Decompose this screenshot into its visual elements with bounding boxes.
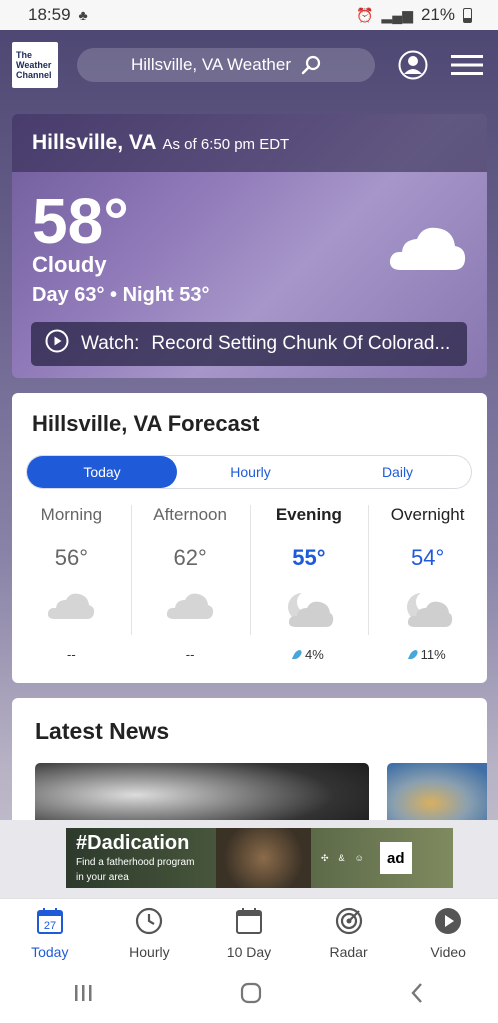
logo-line-2: Weather <box>16 60 52 70</box>
ad-council-logo: ad <box>379 842 412 874</box>
forecast-periods: Morning 56° -- Afternoon 62° -- Evening … <box>12 505 487 662</box>
nav-radar[interactable]: Radar <box>299 899 399 968</box>
forecast-card: Hillsville, VA Forecast Today Hourly Dai… <box>12 393 487 683</box>
forecast-tabs: Today Hourly Daily <box>26 455 472 489</box>
period-morning[interactable]: Morning 56° -- <box>12 505 131 662</box>
nav-label-hourly: Hourly <box>129 944 170 960</box>
cloud-icon <box>387 224 467 277</box>
search-text: Hillsville, VA Weather <box>131 55 291 74</box>
tab-daily[interactable]: Daily <box>324 456 471 488</box>
period-precip: -- <box>67 647 76 662</box>
notification-icon: ♣ <box>78 7 88 23</box>
period-temp: 62° <box>173 545 207 570</box>
app-header: The Weather Channel Hillsville, VA Weath… <box>0 30 498 100</box>
watch-video-link[interactable]: Watch: Record Setting Chunk Of Colorad..… <box>31 322 467 366</box>
home-icon[interactable] <box>240 982 262 1009</box>
logo-line-3: Channel <box>16 70 52 80</box>
battery-percent: 21% <box>420 5 455 24</box>
ad-band: #Dadication Find a fatherhood program in… <box>0 820 498 898</box>
raindrop-icon <box>407 650 419 659</box>
period-precip: -- <box>185 647 195 662</box>
current-condition: Cloudy <box>32 252 107 277</box>
play-icon <box>434 907 462 938</box>
cloud-icon <box>12 591 131 635</box>
bottom-nav: 27 Today Hourly 10 Day Radar Video <box>0 898 498 968</box>
alarm-icon: ⏰ <box>356 6 374 23</box>
partly-cloudy-night-icon <box>250 591 369 635</box>
calendar-day: 27 <box>44 920 56 932</box>
nav-label-10-day: 10 Day <box>226 944 272 960</box>
nav-label-radar: Radar <box>329 944 368 960</box>
status-bar: 18:59 ♣ ⏰ ▂▄▆ 21% <box>0 0 498 30</box>
ad-headline: #Dadication <box>76 832 190 854</box>
latest-news-title: Latest News <box>35 718 170 744</box>
period-evening[interactable]: Evening 55° 4% <box>249 505 369 662</box>
ad-subline-1: Find a fatherhood program <box>76 857 195 868</box>
location-name: Hillsville, VA <box>32 131 157 154</box>
current-location-header: Hillsville, VA As of 6:50 pm EDT <box>12 114 487 172</box>
tab-today[interactable]: Today <box>27 456 177 488</box>
period-afternoon[interactable]: Afternoon 62° -- <box>130 505 250 662</box>
news-thumbnail-map[interactable] <box>387 763 487 828</box>
hamburger-menu-icon[interactable] <box>451 53 483 77</box>
ad-council-text: ad <box>387 849 405 867</box>
period-overnight[interactable]: Overnight 54° 11% <box>368 505 487 662</box>
back-icon[interactable] <box>409 982 425 1009</box>
forecast-title: Hillsville, VA Forecast <box>32 411 260 436</box>
battery-icon <box>463 7 472 23</box>
location-search-bar[interactable]: Hillsville, VA Weather <box>77 48 375 82</box>
news-thumbnail-satellite[interactable] <box>35 763 369 828</box>
period-name: Morning <box>40 505 103 524</box>
period-precip-row: 11% <box>368 647 487 662</box>
calendar-icon: 27 <box>36 907 64 938</box>
status-time: 18:59 <box>28 5 71 24</box>
ad-logos: ✣ & ☺ ad <box>311 842 412 874</box>
day-night-temps: Day 63° • Night 53° <box>32 284 210 306</box>
period-precip-row: 4% <box>250 647 369 662</box>
recent-apps-icon[interactable] <box>73 984 93 1007</box>
partly-cloudy-night-icon <box>368 591 487 635</box>
ad-subline-2: in your area <box>76 872 129 883</box>
nav-video[interactable]: Video <box>398 899 498 968</box>
nav-today[interactable]: 27 Today <box>0 899 100 968</box>
watch-label: Watch: <box>81 333 140 354</box>
hhs-logo-icon: ✣ <box>321 852 329 863</box>
ad-text-block: #Dadication Find a fatherhood program in… <box>66 832 216 884</box>
period-name: Evening <box>275 505 342 524</box>
search-icon <box>301 55 321 75</box>
period-name: Overnight <box>390 505 465 524</box>
signal-icon: ▂▄▆ <box>381 6 413 23</box>
calendar-icon <box>235 907 263 938</box>
nav-hourly[interactable]: Hourly <box>100 899 200 968</box>
current-conditions-card[interactable]: Hillsville, VA As of 6:50 pm EDT 58° Clo… <box>12 114 487 378</box>
fatherhood-logo-icon: ☺ <box>354 853 364 863</box>
watch-video-title: Record Setting Chunk Of Colorad... <box>151 333 451 354</box>
account-icon[interactable] <box>398 50 428 80</box>
weather-channel-logo[interactable]: The Weather Channel <box>12 42 58 88</box>
raindrop-icon <box>291 650 304 659</box>
latest-news-card: Latest News <box>12 698 487 828</box>
radar-icon <box>335 907 363 938</box>
period-precip: 11% <box>420 647 446 662</box>
nav-10-day[interactable]: 10 Day <box>199 899 299 968</box>
period-precip: 4% <box>304 647 324 662</box>
play-circle-icon <box>45 329 69 359</box>
cloud-icon <box>131 591 250 635</box>
logo-line-1: The <box>16 50 33 60</box>
period-name: Afternoon <box>153 505 227 524</box>
ad-banner[interactable]: #Dadication Find a fatherhood program in… <box>66 828 453 888</box>
current-temperature: 58° <box>32 185 129 257</box>
as-of-time: As of 6:50 pm EDT <box>162 136 290 153</box>
system-nav-bar <box>0 968 498 1023</box>
period-temp: 54° <box>410 545 445 570</box>
nav-label-video: Video <box>430 944 466 960</box>
acf-logo-icon: & <box>338 853 345 863</box>
ad-photo <box>216 828 311 888</box>
clock-icon <box>135 907 163 938</box>
period-temp: 56° <box>54 545 89 570</box>
nav-label-today: Today <box>31 944 69 960</box>
period-temp: 55° <box>292 545 326 570</box>
tab-hourly[interactable]: Hourly <box>177 456 324 488</box>
